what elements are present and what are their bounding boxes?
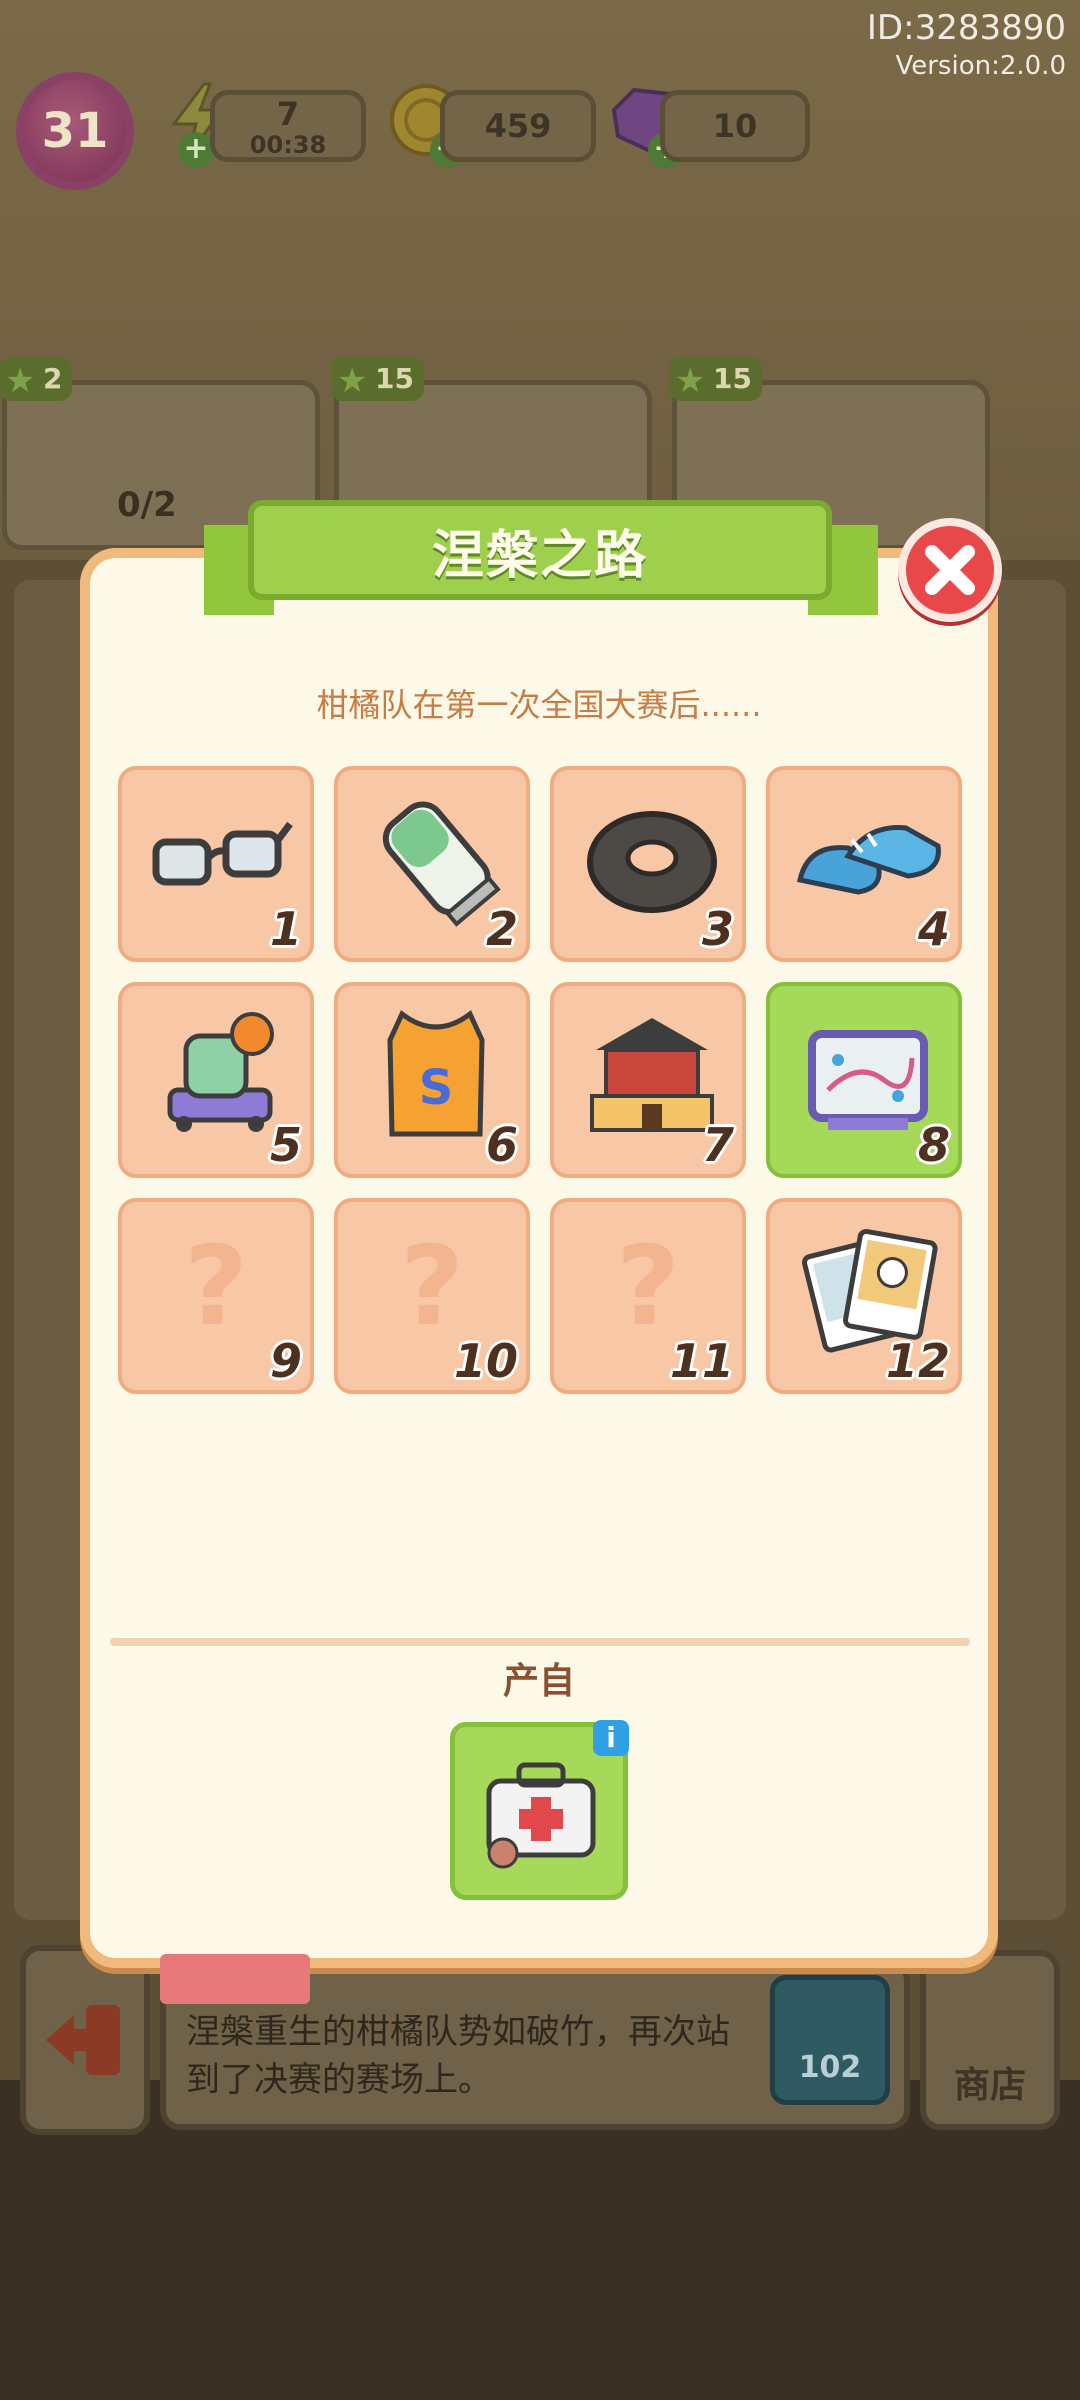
item-number: 7 xyxy=(701,1118,734,1172)
svg-text:S: S xyxy=(419,1060,454,1116)
right-shelf xyxy=(986,580,1066,1920)
energy-counter: 7 00:38 xyxy=(210,90,366,162)
item-cell-5[interactable]: 5 xyxy=(118,982,314,1178)
info-icon[interactable]: i xyxy=(593,1720,629,1756)
item-cell-2[interactable]: 2 xyxy=(334,766,530,962)
item-number: 8 xyxy=(917,1118,950,1172)
item-cell-7[interactable]: 7 xyxy=(550,982,746,1178)
coins-counter: 459 xyxy=(440,90,596,162)
version-label: Version:2.0.0 xyxy=(895,51,1066,81)
item-cell-3[interactable]: 3 xyxy=(550,766,746,962)
item-number: 4 xyxy=(917,902,950,956)
item-number: 6 xyxy=(485,1118,518,1172)
task-stars: 15 xyxy=(375,362,414,395)
question-mark-icon: ? xyxy=(184,1222,248,1350)
item-cell-11-locked[interactable]: ? 11 xyxy=(550,1198,746,1394)
close-icon xyxy=(925,545,975,595)
star-icon: ★ xyxy=(675,361,706,401)
item-number: 10 xyxy=(453,1334,518,1388)
player-id: ID:3283890 xyxy=(866,8,1066,48)
item-cell-9-locked[interactable]: ? 9 xyxy=(118,1198,314,1394)
item-number: 11 xyxy=(669,1334,734,1388)
task-progress: 0/2 xyxy=(117,485,177,525)
task-star-badge: ★ 15 xyxy=(331,357,424,401)
section-divider xyxy=(110,1638,970,1646)
modal-title-ribbon: 涅槃之路 xyxy=(248,500,832,600)
star-icon: ★ xyxy=(5,361,36,401)
bookmark-tab xyxy=(160,1954,310,2004)
story-description: 涅槃重生的柑橘队势如破竹，再次站到了决赛的赛场上。 xyxy=(186,2012,730,2100)
item-number: 3 xyxy=(701,902,734,956)
energy-timer: 00:38 xyxy=(249,131,327,159)
item-cell-6[interactable]: S 6 xyxy=(334,982,530,1178)
question-mark-icon: ? xyxy=(616,1222,680,1350)
gems-counter: 10 xyxy=(660,90,810,162)
item-cell-1[interactable]: 1 xyxy=(118,766,314,962)
task-stars: 15 xyxy=(713,362,752,395)
task-star-badge: ★ 15 xyxy=(669,357,762,401)
shop-button[interactable]: 商店 xyxy=(920,1950,1060,2130)
item-cell-10-locked[interactable]: ? 10 xyxy=(334,1198,530,1394)
item-number: 1 xyxy=(269,902,302,956)
level-badge[interactable]: 31 xyxy=(16,72,134,190)
close-button[interactable] xyxy=(898,518,1002,622)
energy-value: 7 xyxy=(276,95,300,133)
star-icon: ★ xyxy=(337,361,368,401)
coin-reward-button[interactable]: 102 xyxy=(770,1975,890,2105)
item-number: 2 xyxy=(485,902,518,956)
item-number: 5 xyxy=(269,1118,302,1172)
modal-title: 涅槃之路 xyxy=(431,525,648,586)
item-cell-12[interactable]: 12 xyxy=(766,1198,962,1394)
item-cell-4[interactable]: 4 xyxy=(766,766,962,962)
source-label: 产自 xyxy=(502,1661,575,1702)
energy-plus-icon[interactable]: + xyxy=(178,132,214,168)
task-star-badge: ★ 2 xyxy=(0,357,73,401)
modal-subtitle: 柑橘队在第一次全国大赛后...... xyxy=(316,686,762,724)
task-stars: 2 xyxy=(43,362,63,395)
item-number: 12 xyxy=(885,1334,950,1388)
item-grid: 1 2 3 4 5 S 6 7 8 ? 9 ? 10 ? 11 12 xyxy=(118,766,964,1402)
build-info: ID:3283890 Version:2.0.0 xyxy=(867,6,1066,82)
item-number: 9 xyxy=(269,1334,302,1388)
exit-button[interactable] xyxy=(20,1945,150,2135)
item-cell-8[interactable]: 8 xyxy=(766,982,962,1178)
exit-icon xyxy=(46,2005,120,2075)
question-mark-icon: ? xyxy=(400,1222,464,1350)
